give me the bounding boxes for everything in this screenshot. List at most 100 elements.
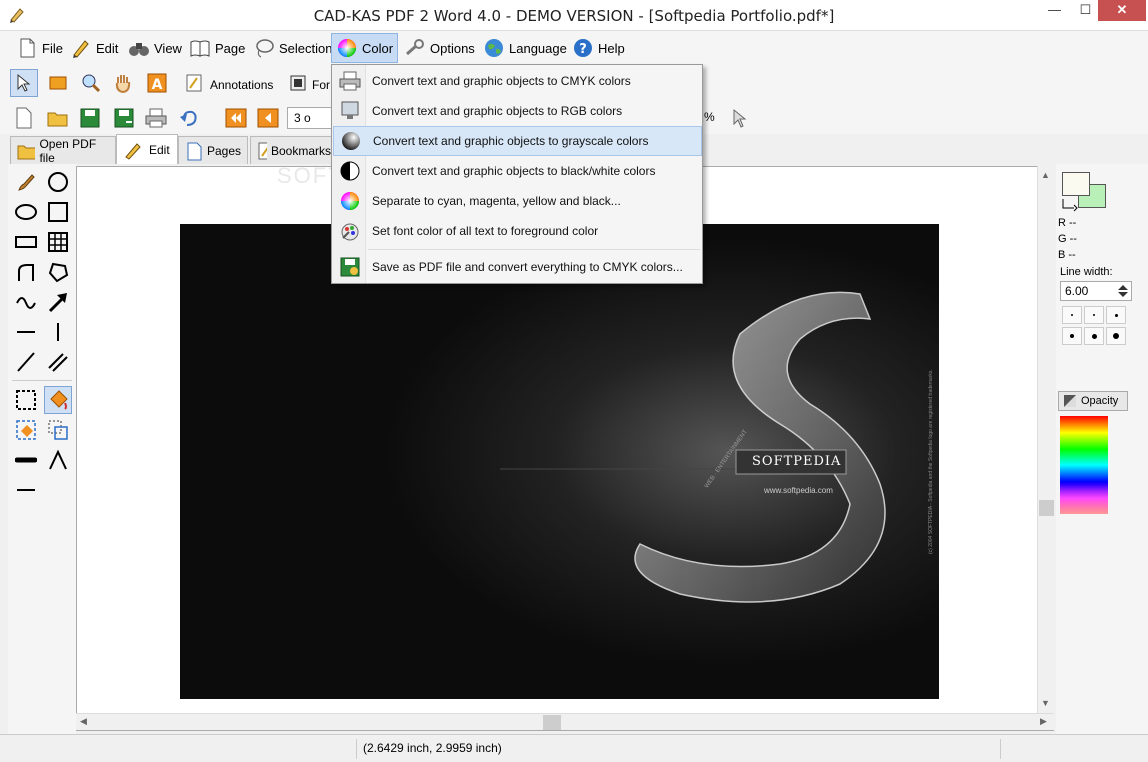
polygon-icon bbox=[48, 262, 69, 283]
menu-page[interactable]: Page bbox=[185, 33, 249, 63]
svg-text:?: ? bbox=[579, 42, 587, 57]
annotations-icon-button[interactable] bbox=[180, 69, 208, 97]
fill-tool[interactable] bbox=[44, 386, 72, 414]
line-tool[interactable] bbox=[12, 476, 40, 504]
wave-tool[interactable] bbox=[12, 288, 40, 316]
menu-item-convert-grayscale[interactable]: Convert text and graphic objects to gray… bbox=[333, 126, 702, 156]
black-white-sphere-icon bbox=[340, 161, 359, 181]
scroll-right-icon[interactable]: ▶ bbox=[1040, 716, 1047, 727]
table-tool[interactable] bbox=[44, 228, 72, 256]
pointer-tool-button[interactable] bbox=[10, 69, 38, 97]
zoom-percent-label[interactable]: % bbox=[704, 110, 715, 124]
menu-item-convert-black-white[interactable]: Convert text and graphic objects to blac… bbox=[333, 156, 702, 186]
text-tool-button[interactable]: A bbox=[143, 69, 171, 97]
color-picker-gradient[interactable] bbox=[1060, 416, 1108, 514]
thick-line-tool[interactable] bbox=[12, 446, 40, 474]
horizontal-line-tool[interactable] bbox=[12, 318, 40, 346]
title-bar: CAD-KAS PDF 2 Word 4.0 - DEMO VERSION - … bbox=[0, 0, 1148, 31]
foreground-color-swatch[interactable] bbox=[1062, 172, 1090, 196]
transform-tool[interactable] bbox=[44, 416, 72, 444]
transform-icon bbox=[48, 420, 68, 440]
polygon-tool[interactable] bbox=[44, 258, 72, 286]
drawing-tools-palette bbox=[8, 164, 76, 734]
diagonal-line-tool[interactable] bbox=[12, 348, 40, 376]
menu-edit-label: Edit bbox=[96, 40, 119, 56]
brush-icon bbox=[18, 174, 35, 191]
curve-tool[interactable] bbox=[12, 258, 40, 286]
brush-tool[interactable] bbox=[12, 168, 40, 196]
vertical-scrollbar[interactable]: ▲ ▼ bbox=[1037, 166, 1054, 714]
vertical-line-tool[interactable] bbox=[44, 318, 72, 346]
palette-divider bbox=[12, 380, 72, 381]
hand-tool-button[interactable] bbox=[109, 69, 137, 97]
menu-color[interactable]: Color bbox=[331, 33, 399, 63]
pdf-page[interactable]: SOFTPEDIA www.softpedia.com WEB · ENTERT… bbox=[180, 224, 939, 699]
tab-pages[interactable]: Pages bbox=[178, 136, 248, 164]
tab-open-pdf-label: Open PDF file bbox=[39, 136, 97, 165]
color-menu-dropdown: Convert text and graphic objects to CMYK… bbox=[331, 64, 703, 284]
dot-size-5[interactable] bbox=[1084, 327, 1104, 345]
selection-rect-tool[interactable] bbox=[12, 386, 40, 414]
opacity-button[interactable]: Opacity bbox=[1058, 391, 1128, 411]
menu-options[interactable]: Options bbox=[400, 33, 479, 63]
printer-icon bbox=[339, 71, 360, 91]
open-button[interactable] bbox=[44, 104, 72, 132]
first-page-button[interactable] bbox=[222, 104, 250, 132]
print-button[interactable] bbox=[142, 104, 170, 132]
dot-size-2[interactable] bbox=[1084, 306, 1104, 324]
previous-page-button[interactable] bbox=[254, 104, 282, 132]
grid-icon bbox=[48, 232, 68, 252]
menu-view[interactable]: View bbox=[124, 33, 186, 63]
menu-item-set-font-color[interactable]: Set font color of all text to foreground… bbox=[333, 216, 702, 246]
menu-color-label: Color bbox=[362, 40, 394, 56]
double-line-tool[interactable] bbox=[44, 348, 72, 376]
menu-file[interactable]: File bbox=[12, 33, 67, 63]
menu-item-convert-rgb[interactable]: Convert text and graphic objects to RGB … bbox=[333, 96, 702, 126]
dot-size-6[interactable] bbox=[1106, 327, 1126, 345]
swap-colors-icon[interactable] bbox=[1060, 196, 1080, 212]
menu-item-separate-cmyk[interactable]: Separate to cyan, magenta, yellow and bl… bbox=[333, 186, 702, 216]
ellipse-tool[interactable] bbox=[12, 198, 40, 226]
tab-bookmarks[interactable]: Bookmarks bbox=[250, 136, 338, 164]
line-width-stepper-icon[interactable] bbox=[1116, 283, 1130, 299]
dot-size-4[interactable] bbox=[1062, 327, 1082, 345]
panel-tabs: Open PDF file Edit Pages Bookmarks bbox=[0, 134, 340, 165]
marquee-tool-button[interactable] bbox=[44, 69, 72, 97]
fill-select-tool[interactable] bbox=[12, 416, 40, 444]
scroll-down-icon[interactable]: ▼ bbox=[1041, 698, 1050, 708]
scroll-up-icon[interactable]: ▲ bbox=[1041, 170, 1050, 180]
save-as-button[interactable] bbox=[110, 104, 138, 132]
annotations-label[interactable]: Annotations bbox=[210, 78, 273, 92]
zoom-tool-button[interactable] bbox=[77, 69, 105, 97]
close-button[interactable]: ✕ bbox=[1098, 0, 1146, 21]
square-tool[interactable] bbox=[44, 198, 72, 226]
menu-edit[interactable]: Edit bbox=[66, 33, 122, 63]
vertical-scroll-thumb[interactable] bbox=[1039, 500, 1054, 516]
forms-label[interactable]: For bbox=[312, 78, 330, 92]
menu-item-save-convert-cmyk[interactable]: Save as PDF file and convert everything … bbox=[333, 252, 702, 282]
dot-size-1[interactable] bbox=[1062, 306, 1082, 324]
menu-item-convert-cmyk[interactable]: Convert text and graphic objects to CMYK… bbox=[333, 66, 702, 96]
undo-button[interactable] bbox=[174, 104, 202, 132]
horizontal-scroll-thumb[interactable] bbox=[543, 715, 561, 730]
arrow-tool[interactable] bbox=[44, 288, 72, 316]
menu-selection[interactable]: Selection bbox=[249, 33, 336, 63]
menu-language[interactable]: Language bbox=[479, 33, 571, 63]
page-number-field[interactable]: 3 o bbox=[287, 107, 333, 129]
save-as-icon bbox=[114, 108, 134, 128]
rectangle-tool[interactable] bbox=[12, 228, 40, 256]
first-page-icon bbox=[225, 108, 247, 128]
horizontal-scrollbar[interactable]: ◀ ▶ bbox=[76, 713, 1054, 730]
scroll-left-icon[interactable]: ◀ bbox=[80, 716, 87, 727]
tab-edit[interactable]: Edit bbox=[116, 134, 178, 164]
circle-tool[interactable] bbox=[44, 168, 72, 196]
dot-size-3[interactable] bbox=[1106, 306, 1126, 324]
new-button[interactable] bbox=[10, 104, 38, 132]
new-document-icon bbox=[16, 107, 32, 129]
tab-open-pdf[interactable]: Open PDF file bbox=[10, 136, 116, 165]
save-button[interactable] bbox=[76, 104, 104, 132]
annotations-icon bbox=[186, 74, 202, 92]
menu-help[interactable]: ? Help bbox=[568, 33, 629, 63]
polyline-tool[interactable] bbox=[44, 446, 72, 474]
forms-icon-button[interactable] bbox=[284, 69, 312, 97]
